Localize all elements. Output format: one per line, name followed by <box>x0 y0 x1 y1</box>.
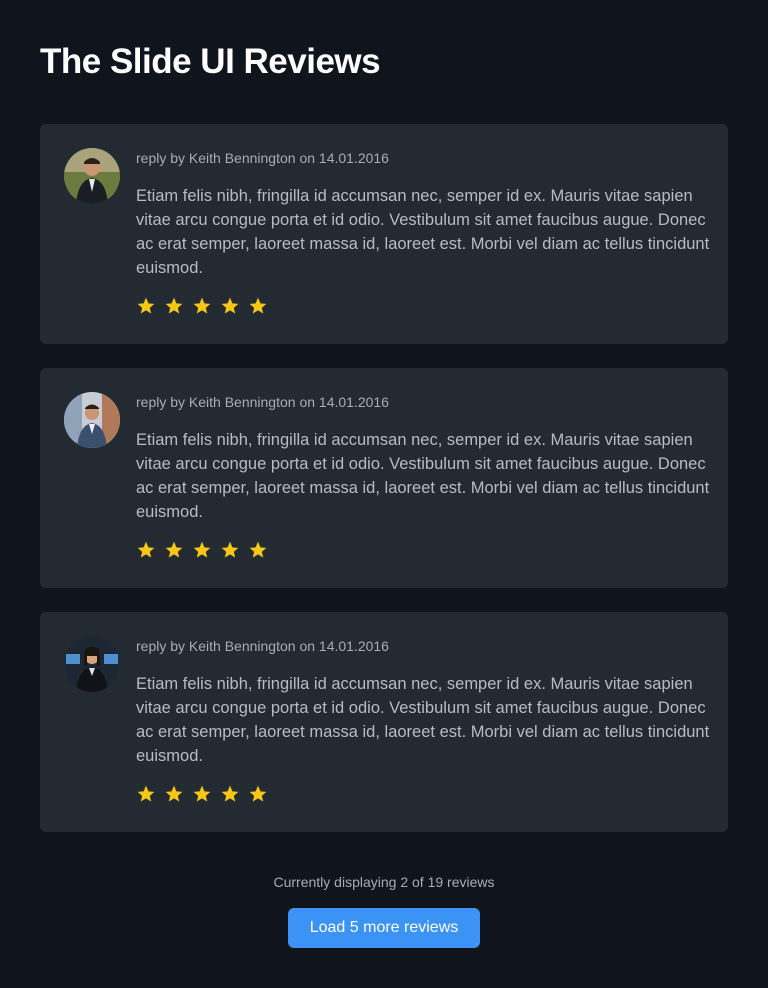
star-icon <box>137 785 155 802</box>
review-text: Etiam felis nibh, fringilla id accumsan … <box>136 675 710 765</box>
star-icon <box>193 297 211 314</box>
star-icon <box>221 297 239 314</box>
review-meta: reply by Keith Bennington on 14.01.2016 <box>136 638 389 654</box>
load-more-button[interactable]: Load 5 more reviews <box>288 908 480 948</box>
star-icon <box>137 297 155 314</box>
star-rating <box>136 540 268 560</box>
avatar <box>64 148 120 204</box>
star-icon <box>193 785 211 802</box>
review-text: Etiam felis nibh, fringilla id accumsan … <box>136 187 710 277</box>
avatar <box>64 392 120 448</box>
reviews-page: The Slide UI Reviews reply by Keith Benn… <box>0 0 768 988</box>
star-icon <box>249 297 267 314</box>
star-rating <box>136 784 268 804</box>
star-icon <box>221 541 239 558</box>
star-icon <box>193 541 211 558</box>
review-count-status: Currently displaying 2 of 19 reviews <box>273 874 495 890</box>
star-icon <box>165 541 183 558</box>
review-text: Etiam felis nibh, fringilla id accumsan … <box>136 431 710 521</box>
page-title: The Slide UI Reviews <box>40 42 381 81</box>
star-icon <box>221 785 239 802</box>
star-icon <box>165 785 183 802</box>
star-icon <box>249 785 267 802</box>
avatar-photo <box>64 392 120 448</box>
avatar-photo <box>64 636 120 692</box>
avatar-photo <box>64 148 120 204</box>
star-icon <box>137 541 155 558</box>
star-rating <box>136 296 268 316</box>
review-meta: reply by Keith Bennington on 14.01.2016 <box>136 394 389 410</box>
review-card: reply by Keith Bennington on 14.01.2016 … <box>40 612 728 832</box>
review-card: reply by Keith Bennington on 14.01.2016 … <box>40 368 728 588</box>
review-card: reply by Keith Bennington on 14.01.2016 … <box>40 124 728 344</box>
star-icon <box>249 541 267 558</box>
review-meta: reply by Keith Bennington on 14.01.2016 <box>136 150 389 166</box>
star-icon <box>165 297 183 314</box>
avatar <box>64 636 120 692</box>
